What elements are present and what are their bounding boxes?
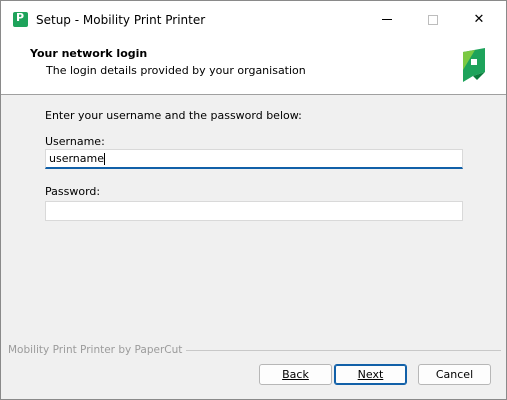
back-button-label: Back [282, 368, 309, 381]
next-button[interactable]: Next [334, 364, 407, 385]
close-button[interactable]: ✕ [456, 1, 502, 38]
footer-divider [173, 350, 501, 351]
papercut-logo [463, 48, 485, 82]
header-title: Your network login [30, 47, 148, 60]
password-input[interactable] [45, 201, 463, 221]
setup-window: Setup - Mobility Print Printer ✕ Your ne… [0, 0, 507, 400]
username-value: username [49, 152, 104, 165]
text-caret [104, 153, 105, 165]
header-subtitle: The login details provided by your organ… [46, 64, 306, 77]
cancel-button[interactable]: Cancel [418, 364, 491, 385]
back-button[interactable]: Back [259, 364, 332, 385]
username-label: Username: [45, 135, 105, 148]
app-icon [13, 11, 28, 27]
cancel-button-label: Cancel [435, 368, 474, 381]
minimize-button[interactable] [364, 1, 410, 38]
instruction-text: Enter your username and the password bel… [45, 109, 302, 122]
wizard-header: Your network login The login details pro… [1, 38, 506, 95]
username-input[interactable]: username [45, 149, 463, 169]
password-label: Password: [45, 185, 101, 198]
title-bar[interactable]: Setup - Mobility Print Printer ✕ [1, 1, 506, 38]
branding-text: Mobility Print Printer by PaperCut [8, 344, 187, 356]
close-icon: ✕ [473, 12, 485, 27]
next-button-label: Next [357, 368, 384, 381]
maximize-icon [428, 14, 438, 25]
window-title: Setup - Mobility Print Printer [36, 13, 206, 27]
minimize-icon [382, 19, 392, 20]
maximize-button[interactable] [410, 1, 456, 38]
